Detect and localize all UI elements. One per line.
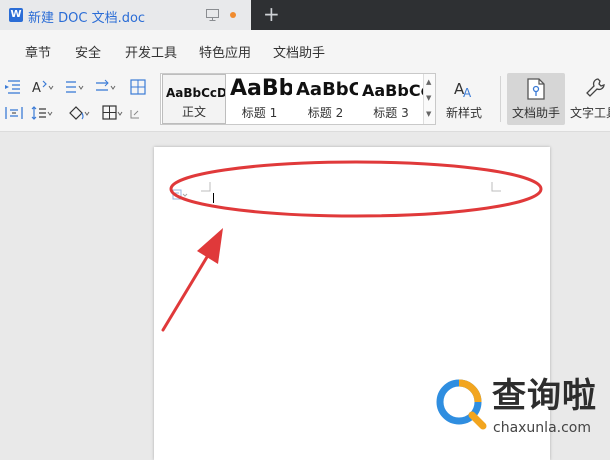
style-normal-label: 正文	[181, 105, 206, 119]
style-heading-3[interactable]: AaBbCc 标题 3	[359, 74, 423, 124]
svg-text:A: A	[463, 86, 472, 99]
svg-text:A: A	[32, 81, 41, 96]
borders-icon[interactable]	[100, 104, 124, 122]
watermark-url: chaxunla.com	[493, 420, 591, 436]
margin-corner-top-right	[491, 182, 501, 192]
paragraph-dialog-launcher-icon[interactable]	[128, 106, 142, 120]
new-tab-button[interactable]: +	[263, 4, 280, 24]
unsaved-indicator-dot	[230, 12, 236, 18]
menu-item-dev-tools[interactable]: 开发工具	[125, 42, 177, 61]
paragraph-spacing-icon[interactable]	[30, 104, 54, 122]
chaxunla-logo-icon	[436, 379, 487, 430]
style-normal[interactable]: AaBbCcDd 正文	[162, 74, 226, 124]
doc-helper-icon	[527, 78, 545, 100]
document-tab-title: 新建 DOC 文档.doc	[28, 11, 146, 26]
styles-gallery: AaBbCcDd 正文 AaBb 标题 1 AaBbC 标题 2 AaBbCc …	[160, 73, 436, 125]
doc-helper-label: 文档助手	[511, 106, 560, 120]
menu-item-doc-helper[interactable]: 文档助手	[273, 42, 325, 61]
margin-corner-top-left	[201, 182, 211, 192]
text-tools-button[interactable]: 文字工具	[568, 73, 610, 125]
document-tab[interactable]: W 新建 DOC 文档.doc	[0, 0, 251, 30]
new-style-button[interactable]: A A 新样式	[440, 73, 488, 125]
font-size-icon[interactable]: A	[30, 78, 54, 96]
style-heading-3-sample: AaBbCc	[362, 81, 423, 100]
menu-item-chapter[interactable]: 章节	[25, 42, 51, 61]
style-heading-1-sample: AaBb	[230, 76, 292, 101]
doc-helper-button[interactable]: 文档助手	[507, 73, 565, 125]
paragraph-layout-icon[interactable]	[172, 188, 188, 202]
more-styles-icon[interactable]: ▼	[426, 110, 431, 118]
title-bar: W 新建 DOC 文档.doc +	[0, 0, 610, 30]
table-borders-icon[interactable]	[128, 78, 152, 96]
monitor-icon[interactable]	[206, 9, 219, 21]
text-direction-icon[interactable]	[94, 78, 118, 96]
wrench-icon	[586, 78, 605, 97]
styles-scrollbar[interactable]: ▲ ▼ ▼	[423, 74, 435, 124]
style-heading-3-label: 标题 3	[373, 106, 409, 120]
scroll-down-icon[interactable]: ▼	[426, 94, 431, 102]
style-heading-2-sample: AaBbC	[296, 79, 358, 100]
new-style-label: 新样式	[445, 106, 482, 120]
style-heading-2-label: 标题 2	[307, 106, 344, 120]
line-spacing-icon[interactable]	[62, 78, 86, 96]
style-heading-2[interactable]: AaBbC 标题 2	[293, 74, 358, 124]
ribbon-divider	[500, 76, 501, 122]
shading-fill-icon[interactable]	[66, 104, 90, 122]
menu-item-special-apps[interactable]: 特色应用	[199, 42, 251, 61]
menu-bar: 章节 安全 开发工具 特色应用 文档助手	[0, 30, 610, 68]
menu-item-security[interactable]: 安全	[75, 42, 101, 61]
text-cursor	[213, 193, 214, 203]
style-normal-sample: AaBbCcDd	[166, 86, 225, 100]
indent-decrease-icon[interactable]	[2, 78, 26, 96]
distribute-columns-icon[interactable]	[2, 104, 26, 122]
watermark-brand: 查询啦	[492, 376, 597, 416]
wps-writer-icon: W	[9, 8, 23, 22]
scroll-up-icon[interactable]: ▲	[426, 78, 431, 86]
text-tools-label: 文字工具	[570, 106, 610, 120]
new-style-icon: A A	[454, 80, 472, 99]
style-heading-1-label: 标题 1	[241, 106, 278, 120]
style-heading-1[interactable]: AaBb 标题 1	[227, 74, 292, 124]
